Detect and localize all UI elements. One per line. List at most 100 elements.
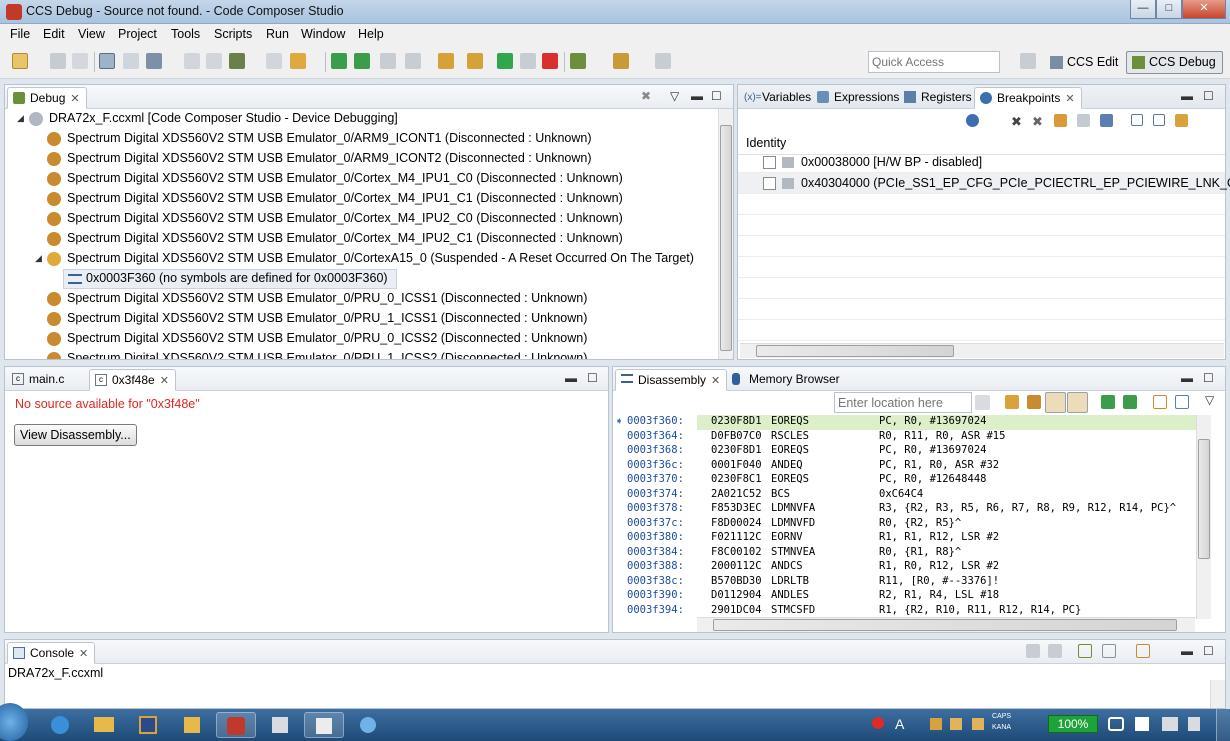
disasm-line[interactable]: 0003f378: F853D3EC LDMNVFA R3, {R2, R3, R5,… [613, 502, 1197, 517]
tray-icon[interactable] [930, 718, 942, 730]
expand-all-icon[interactable] [1131, 114, 1143, 126]
open-perspective-button[interactable] [1020, 53, 1036, 69]
close-tab-icon[interactable]: ✕ [160, 375, 169, 387]
scroll-thumb[interactable] [720, 125, 732, 351]
close-tab-icon[interactable]: ✕ [1065, 93, 1074, 105]
assembly-step-icon[interactable] [380, 53, 396, 69]
collapse-all-icon[interactable] [1153, 114, 1165, 126]
view-menu-icon[interactable]: ▽ [670, 89, 679, 103]
link-icon[interactable] [1175, 114, 1188, 127]
view-menu-icon[interactable]: ▽ [1205, 393, 1214, 407]
show-desktop-button[interactable] [1216, 709, 1230, 741]
disasm-line[interactable]: 0003f38c: B570BD30 LDRLTB R11, [R0, #--3376… [613, 575, 1197, 590]
flag-icon[interactable] [1135, 717, 1149, 731]
taskbar-app-icon[interactable] [172, 712, 212, 738]
pin-console-icon[interactable] [1078, 644, 1092, 658]
flash-icon[interactable] [229, 53, 245, 69]
location-input[interactable] [834, 392, 972, 413]
disasm-line[interactable]: 0003f390: D0112904 ANDLES R2, R1, R4, LSL #… [613, 589, 1197, 604]
taskbar-app-icon[interactable] [128, 712, 168, 738]
minimize-view-icon[interactable]: ▬ [565, 371, 577, 385]
maximize-button[interactable]: □ [1156, 0, 1182, 19]
tab-console[interactable]: Console ✕ [7, 642, 96, 664]
scroll-thumb[interactable] [713, 619, 1177, 631]
disasm-line[interactable]: 0003f388: 2000112C ANDCS R1, R0, R12, LSR #… [613, 560, 1197, 575]
stop-icon[interactable] [542, 53, 558, 69]
menu-tools[interactable]: Tools [171, 27, 200, 41]
view-disassembly-button[interactable]: View Disassembly... [14, 424, 137, 446]
save-all-icon[interactable] [72, 53, 88, 69]
tree-item[interactable]: Spectrum Digital XDS560V2 STM USB Emulat… [5, 129, 717, 149]
tree-item[interactable]: Spectrum Digital XDS560V2 STM USB Emulat… [5, 349, 717, 359]
maximize-view-icon[interactable]: ☐ [1203, 89, 1214, 103]
refresh-icon[interactable] [1005, 395, 1019, 409]
bp-enable-checkbox[interactable] [763, 177, 776, 190]
disasm-hscroll[interactable] [697, 617, 1195, 632]
menu-run[interactable]: Run [266, 27, 289, 41]
new-view-icon[interactable] [1153, 395, 1167, 409]
step-over-icon[interactable] [1123, 395, 1137, 409]
restart-icon[interactable] [290, 53, 306, 69]
disasm-vscroll[interactable] [1196, 415, 1211, 619]
tree-item[interactable]: ◢ Spectrum Digital XDS560V2 STM USB Emul… [5, 249, 717, 269]
bp-row[interactable]: 0x00038000 [H/W BP - disabled] [738, 152, 1225, 173]
skip-all-icon[interactable] [1100, 114, 1113, 127]
tab-main-c[interactable]: c main.c [7, 369, 70, 391]
step-into-icon[interactable] [438, 53, 454, 69]
start-button[interactable] [0, 703, 28, 741]
tab-expressions[interactable]: Expressions [812, 87, 905, 109]
tab-disassembly[interactable]: Disassembly ✕ [615, 369, 728, 391]
close-tab-icon[interactable]: ✕ [711, 375, 720, 387]
maximize-view-icon[interactable]: ☐ [1203, 644, 1214, 658]
tree-item[interactable]: Spectrum Digital XDS560V2 STM USB Emulat… [5, 229, 717, 249]
show-source-icon[interactable] [1067, 392, 1088, 413]
network-icon[interactable] [1162, 717, 1178, 731]
suspend-icon[interactable] [520, 53, 536, 69]
maximize-view-icon[interactable]: ☐ [587, 371, 598, 385]
scroll-thumb[interactable] [756, 345, 954, 357]
save-icon[interactable] [50, 53, 66, 69]
link-with-pc-icon[interactable] [1045, 392, 1066, 413]
disasm-line[interactable]: 0003f370: 0230F8C1 EOREQS PC, R0, #12648448 [613, 473, 1197, 488]
open-console-icon[interactable] [1136, 644, 1150, 658]
disconnect-icon[interactable] [184, 53, 200, 69]
disasm-line[interactable]: 0003f360: 0230F8D1 EOREQS PC, R0, #13697024 [613, 415, 1197, 430]
close-tab-icon[interactable]: ✕ [70, 93, 79, 105]
minimize-view-icon[interactable]: ▬ [1181, 371, 1193, 385]
quick-access-input[interactable] [868, 51, 1000, 73]
connect-icon[interactable] [206, 53, 222, 69]
power-icon[interactable] [1108, 717, 1124, 731]
remove-icon[interactable]: ✖ [1011, 114, 1024, 129]
go-icon[interactable] [975, 395, 990, 410]
volume-icon[interactable] [1188, 717, 1200, 731]
menu-scripts[interactable]: Scripts [214, 27, 252, 41]
remove-all-icon[interactable]: ✖ [1032, 114, 1045, 129]
tab-variables[interactable]: (x)= Variables [738, 87, 817, 109]
minimize-button[interactable]: — [1130, 0, 1156, 19]
tree-item[interactable]: Spectrum Digital XDS560V2 STM USB Emulat… [5, 189, 717, 209]
console-vscroll[interactable] [1210, 680, 1225, 708]
bp-enable-checkbox[interactable] [763, 156, 776, 169]
maximize-view-icon[interactable]: ☐ [1203, 371, 1214, 385]
remove-all-terminated-icon[interactable]: ✖ [641, 89, 651, 103]
stack-frame-row[interactable]: 0x0003F360 (no symbols are defined for 0… [63, 269, 397, 289]
tab-memory-browser[interactable]: Memory Browser [727, 369, 846, 391]
taskbar-explorer-icon[interactable] [84, 712, 124, 738]
minimize-view-icon[interactable]: ▬ [1181, 89, 1193, 103]
go-to-file-icon[interactable] [1077, 114, 1090, 127]
show-targets-icon[interactable] [1054, 114, 1067, 127]
pin-icon[interactable] [1175, 395, 1189, 409]
disasm-line[interactable]: 0003f36c: 0001F040 ANDEQ PC, R1, R0, ASR #3… [613, 459, 1197, 474]
tray-icon[interactable] [950, 718, 962, 730]
tab-0x3f48e[interactable]: c 0x3f48e ✕ [89, 369, 176, 391]
collapse-icon[interactable]: ◢ [17, 113, 24, 124]
tree-item[interactable]: Spectrum Digital XDS560V2 STM USB Emulat… [5, 289, 717, 309]
tray-alert-icon[interactable] [872, 717, 884, 729]
tree-item[interactable]: Spectrum Digital XDS560V2 STM USB Emulat… [5, 149, 717, 169]
close-button[interactable]: ✕ [1182, 0, 1226, 19]
disasm-line[interactable]: 0003f368: 0230F8D1 EOREQS PC, R0, #13697024 [613, 444, 1197, 459]
tree-item[interactable]: Spectrum Digital XDS560V2 STM USB Emulat… [5, 329, 717, 349]
disasm-line[interactable]: 0003f364: D0FB07C0 RSCLES R0, R11, R0, ASR … [613, 430, 1197, 445]
perspective-ccs-debug[interactable]: CCS Debug [1126, 51, 1223, 74]
scroll-thumb[interactable] [1198, 439, 1210, 559]
